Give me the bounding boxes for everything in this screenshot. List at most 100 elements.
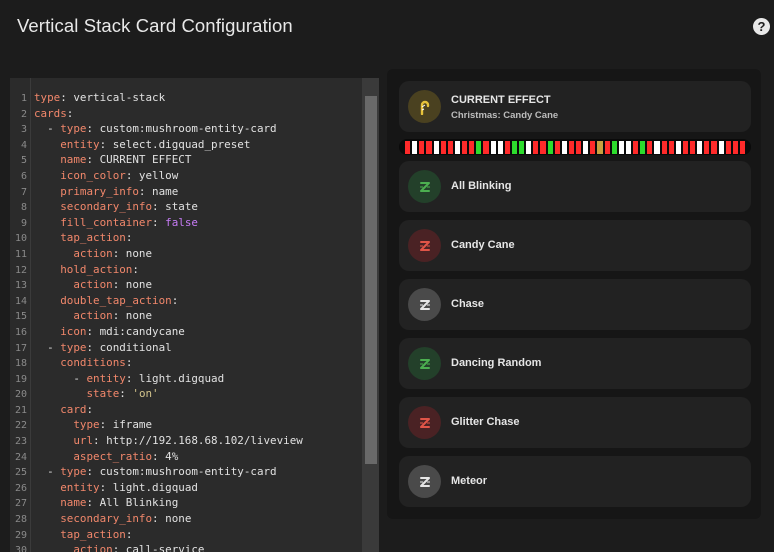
led-pixel — [640, 140, 646, 154]
code-token: : — [132, 262, 139, 276]
effect-icon — [408, 170, 441, 203]
led-pixel — [739, 140, 745, 154]
led-pixel — [511, 140, 517, 154]
code-token: : none — [152, 512, 192, 526]
led-pixel — [697, 140, 703, 154]
card-preview: CURRENT EFFECT Christmas: Candy Cane All… — [387, 69, 761, 519]
code-line[interactable]: 2 cards: — [10, 106, 362, 122]
led-pixel — [718, 140, 724, 154]
line-number: 30 — [14, 545, 27, 552]
code-line[interactable]: 9 fill_container: false — [10, 215, 362, 231]
scrollbar-thumb[interactable] — [365, 96, 377, 464]
effect-card[interactable]: All Blinking — [399, 161, 751, 212]
effect-name: Glitter Chase — [451, 416, 520, 428]
led-pixel — [412, 140, 418, 154]
line-number: 16 — [14, 326, 27, 338]
effect-card[interactable]: Meteor — [399, 456, 751, 507]
code-line[interactable]: 28 secondary_info: none — [10, 511, 362, 527]
led-pixel — [625, 140, 631, 154]
code-line[interactable]: 19 - entity: light.digquad — [10, 371, 362, 387]
code-line[interactable]: 29 tap_action: — [10, 527, 362, 543]
code-token: entity — [60, 137, 100, 151]
code-line[interactable]: 24 aspect_ratio: 4% — [10, 449, 362, 465]
code-token: icon_color — [60, 168, 126, 182]
code-token: type — [73, 418, 100, 432]
code-line[interactable]: 23 url: http://192.168.68.102/liveview — [10, 433, 362, 449]
code-line[interactable]: 22 type: iframe — [10, 417, 362, 433]
code-line[interactable]: 1 type: vertical-stack — [10, 90, 362, 106]
effect-icon — [408, 406, 441, 439]
led-pixel — [590, 140, 596, 154]
led-pixel — [440, 140, 446, 154]
code-line[interactable]: 10 tap_action: — [10, 230, 362, 246]
code-token: : All Blinking — [86, 496, 179, 510]
code-token: : custom:mushroom-entity-card — [86, 122, 277, 136]
code-token: secondary_info — [60, 200, 153, 214]
line-number: 28 — [14, 514, 27, 526]
code-token: 'on' — [132, 387, 159, 401]
code-token: : none — [112, 246, 153, 260]
led-pixel — [554, 140, 560, 154]
code-line[interactable]: 14 double_tap_action: — [10, 293, 362, 309]
code-token: - — [34, 371, 87, 385]
code-token: false — [165, 215, 198, 229]
led-pixel — [611, 140, 617, 154]
code-line[interactable]: 21 card: — [10, 402, 362, 418]
code-line[interactable]: 7 primary_info: name — [10, 184, 362, 200]
editor-scrollbar[interactable] — [362, 78, 379, 552]
code-line[interactable]: 3 - type: custom:mushroom-entity-card — [10, 121, 362, 137]
code-line[interactable]: 16 icon: mdi:candycane — [10, 324, 362, 340]
code-token: : — [125, 231, 133, 245]
code-line[interactable]: 20 state: 'on' — [10, 386, 362, 402]
code-line[interactable]: 26 entity: light.digquad — [10, 480, 362, 496]
effect-card[interactable]: Dancing Random — [399, 338, 751, 389]
code-token: : vertical-stack — [60, 91, 166, 104]
line-number: 21 — [14, 404, 27, 416]
yaml-code-editor[interactable]: 1 type: vertical-stack 2 cards: 3 - type: cu… — [10, 78, 379, 552]
line-number: 29 — [14, 529, 27, 541]
code-line[interactable]: 18 conditions: — [10, 355, 362, 371]
help-icon[interactable]: ? — [753, 18, 770, 35]
effect-card[interactable]: Chase — [399, 279, 751, 330]
code-token: : select.digquad_preset — [99, 137, 251, 151]
code-token: : conditional — [86, 340, 172, 354]
line-number: 23 — [14, 436, 27, 448]
effect-name: Dancing Random — [451, 357, 542, 369]
code-content[interactable]: 1 type: vertical-stack 2 cards: 3 - type: cu… — [10, 90, 362, 552]
current-effect-card[interactable]: CURRENT EFFECT Christmas: Candy Cane — [399, 81, 751, 132]
code-line[interactable]: 17 - type: conditional — [10, 340, 362, 356]
code-line[interactable]: 12 hold_action: — [10, 262, 362, 278]
led-pixel — [447, 140, 453, 154]
code-line[interactable]: 5 name: CURRENT EFFECT — [10, 152, 362, 168]
line-number: 6 — [20, 170, 27, 182]
code-line[interactable]: 4 entity: select.digquad_preset — [10, 137, 362, 153]
code-line[interactable]: 13 action: none — [10, 277, 362, 293]
code-token: - — [34, 340, 61, 354]
code-token: type — [60, 465, 87, 479]
code-line[interactable]: 8 secondary_info: state — [10, 199, 362, 215]
effect-card[interactable]: Candy Cane — [399, 220, 751, 271]
code-line[interactable]: 25 - type: custom:mushroom-entity-card — [10, 464, 362, 480]
led-pixel — [419, 140, 425, 154]
code-token: : — [86, 402, 94, 416]
code-line[interactable]: 15 action: none — [10, 308, 362, 324]
led-pixel — [533, 140, 539, 154]
code-line[interactable]: 11 action: none — [10, 246, 362, 262]
code-line[interactable]: 6 icon_color: yellow — [10, 168, 362, 184]
code-line[interactable]: 27 name: All Blinking — [10, 495, 362, 511]
code-line[interactable]: 30 action: call-service — [10, 542, 362, 552]
led-pixel — [490, 140, 496, 154]
effect-name: Meteor — [451, 475, 488, 487]
led-pixel — [725, 140, 731, 154]
code-token: primary_info — [60, 184, 139, 198]
effect-card[interactable]: Glitter Chase — [399, 397, 751, 448]
code-token: action — [73, 246, 113, 260]
